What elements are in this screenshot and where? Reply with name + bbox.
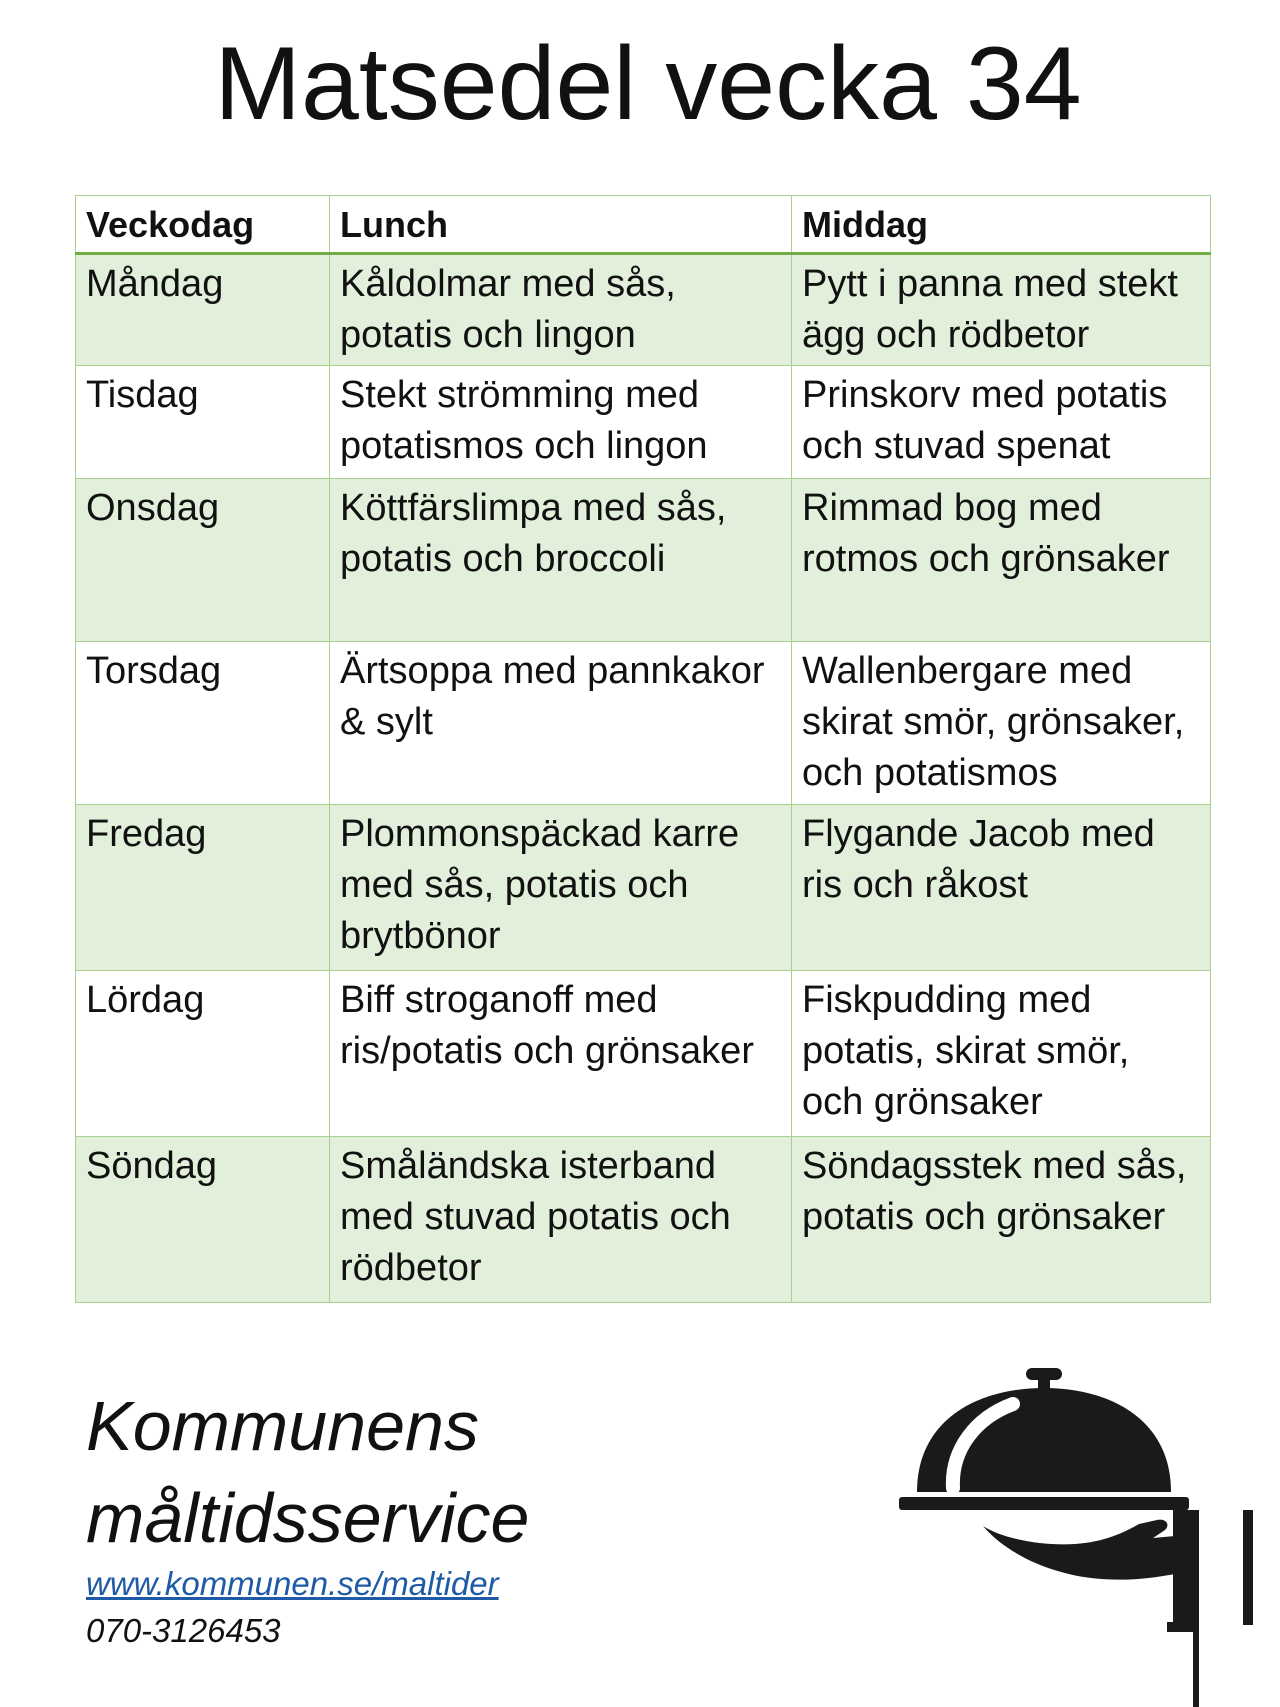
lunch-cell: Biff stroganoff med ris/potatis och grön… [329,970,792,1137]
dinner-cell: Flygande Jacob med ris och råkost [791,804,1211,971]
header-dinner: Middag [791,195,1211,255]
day-cell: Söndag [75,1136,330,1303]
lunch-cell: Kåldolmar med sås, potatis och lingon [329,253,792,366]
header-lunch: Lunch [329,195,792,255]
table-row: Tisdag Stekt strömming med potatismos oc… [75,365,1211,479]
table-row: Onsdag Köttfärslimpa med sås, potatis oc… [75,478,1211,642]
dinner-cell: Söndagsstek med sås, potatis och grönsak… [791,1136,1211,1303]
day-cell: Onsdag [75,478,330,642]
phone-number: 070-3126453 [86,1612,281,1649]
day-cell: Lördag [75,970,330,1137]
table-row: Lördag Biff stroganoff med ris/potatis o… [75,970,1211,1137]
table-row: Fredag Plommonspäckad karre med sås, pot… [75,804,1211,971]
table-row: Torsdag Ärtsoppa med pannkakor & sylt Wa… [75,641,1211,805]
table-row: Måndag Kåldolmar med sås, potatis och li… [75,253,1211,366]
lunch-cell: Köttfärslimpa med sås, potatis och brocc… [329,478,792,642]
dinner-cell: Rimmad bog med rotmos och grönsaker [791,478,1211,642]
table-header-row: Veckodag Lunch Middag [75,195,1211,255]
service-name-line-1: Kommunens [86,1387,479,1465]
service-name: Kommunens måltidsservice [86,1380,529,1564]
lunch-cell: Ärtsoppa med pannkakor & sylt [329,641,792,805]
header-day: Veckodag [75,195,330,255]
dinner-cell: Pytt i panna med stekt ägg och rödbetor [791,253,1211,366]
day-cell: Tisdag [75,365,330,479]
day-cell: Fredag [75,804,330,971]
page-title: Matsedel vecka 34 [214,26,1082,142]
lunch-cell: Plommonspäckad karre med sås, potatis oc… [329,804,792,971]
dinner-cell: Prinskorv med potatis och stuvad spenat [791,365,1211,479]
menu-table: Veckodag Lunch Middag Måndag Kåldolmar m… [75,195,1211,1303]
serving-cloche-icon [899,1368,1253,1707]
service-name-line-2: måltidsservice [86,1479,530,1557]
day-cell: Torsdag [75,641,330,805]
lunch-cell: Stekt strömming med potatismos och lingo… [329,365,792,479]
day-cell: Måndag [75,253,330,366]
dinner-cell: Wallenbergare med skirat smör, grönsaker… [791,641,1211,805]
website-link[interactable]: www.kommunen.se/maltider [86,1565,499,1603]
table-row: Söndag Småländska isterband med stuvad p… [75,1136,1211,1303]
dinner-cell: Fiskpudding med potatis, skirat smör, oc… [791,970,1211,1137]
lunch-cell: Småländska isterband med stuvad potatis … [329,1136,792,1303]
